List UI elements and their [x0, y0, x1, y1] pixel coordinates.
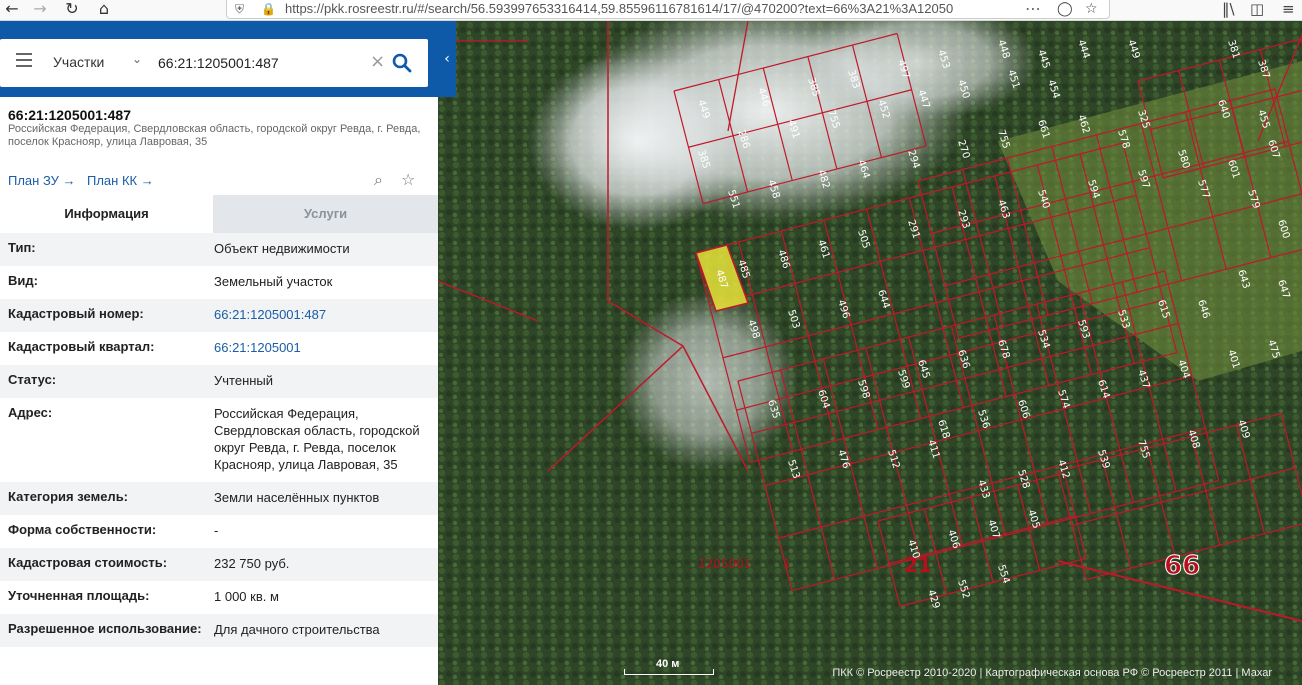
info-row-key: Уточненная площадь: — [8, 588, 150, 603]
info-row: Статус: Учтенный — [0, 365, 438, 398]
map-canvas[interactable]: 449446 385 383 497 453 448 445 444 449 3813873852… — [438, 21, 1302, 685]
search-icon[interactable] — [390, 51, 414, 75]
library-icon[interactable]: ‖\ — [1222, 0, 1235, 18]
info-row-key: Вид: — [8, 273, 38, 288]
info-panel: Участки ⌄ × 66:21:1205001:487 Российская… — [0, 21, 438, 685]
region-label: 66 — [1164, 551, 1200, 581]
address-bar[interactable]: ⛨ 🔒 https://pkk.rosreestr.ru/#/search/56… — [226, 0, 1110, 19]
tab-information[interactable]: Информация — [0, 195, 213, 233]
info-row-value: Российская Федерация, Свердловская облас… — [214, 406, 420, 472]
scale-bar — [624, 669, 714, 675]
info-row: Кадастровый квартал: 66:21:1205001 — [0, 332, 438, 365]
favorite-star-icon[interactable]: ☆ — [401, 170, 415, 189]
bookmark-star-icon[interactable]: ☆ — [1085, 0, 1098, 18]
info-row-key: Тип: — [8, 240, 36, 255]
info-row-value[interactable]: 66:21:1205001 — [214, 339, 424, 356]
search-header: Участки ⌄ × — [0, 21, 438, 97]
info-row-value[interactable]: 66:21:1205001:487 — [214, 306, 424, 323]
plan-zu-link[interactable]: План ЗУ → — [8, 173, 76, 188]
info-row-value: Объект недвижимости — [214, 241, 350, 256]
info-row-value: - — [214, 523, 219, 538]
pocket-icon[interactable]: ◯ — [1057, 0, 1073, 18]
url-text[interactable]: https://pkk.rosreestr.ru/#/search/56.593… — [285, 0, 1015, 18]
reload-icon[interactable]: ↻ — [60, 0, 84, 20]
home-icon[interactable]: ⌂ — [92, 0, 116, 20]
info-row-key: Категория земель: — [8, 489, 129, 504]
hamburger-menu-icon[interactable] — [16, 53, 32, 67]
tab-bar: Информация Услуги — [0, 195, 438, 233]
info-row-key: Статус: — [8, 372, 57, 387]
search-input[interactable] — [158, 51, 358, 75]
quarter-label: 1205001 — [698, 557, 751, 571]
info-row: Кадастровый номер: 66:21:1205001:487 — [0, 299, 438, 332]
region-label-1: 1 — [783, 557, 791, 571]
info-row: Форма собственности: - — [0, 515, 438, 548]
plan-kk-label: План КК — [87, 173, 138, 188]
parcel-address: Российская Федерация, Свердловская облас… — [8, 123, 421, 148]
info-row-value: Учтенный — [214, 373, 274, 388]
sidebar-icon[interactable]: ◫ — [1250, 0, 1264, 18]
info-row: Уточненная площадь: 1 000 кв. м — [0, 581, 438, 614]
clear-icon[interactable]: × — [370, 51, 385, 72]
cadastral-map[interactable]: 449 446 385 383 497 453 448 445 444 449 381 387 385 2… — [438, 21, 1302, 685]
chevron-down-icon[interactable]: ⌄ — [132, 52, 142, 66]
info-row-value: 1 000 кв. м — [214, 589, 279, 604]
info-row-key: Кадастровый номер: — [8, 306, 144, 321]
info-row-key: Разрешенное использование: — [8, 621, 202, 636]
info-row: Адрес: Российская Федерация, Свердловская… — [0, 398, 438, 482]
search-box: Участки ⌄ × — [0, 39, 428, 87]
info-table: Тип: Объект недвижимости Вид: Земельный уча… — [0, 233, 438, 647]
more-dots-icon[interactable]: ⋯ — [1025, 0, 1041, 18]
info-row: Категория земель: Земли населённых пункто… — [0, 482, 438, 515]
forward-icon[interactable]: → — [28, 0, 52, 20]
back-icon[interactable]: ← — [0, 0, 24, 20]
info-row-key: Кадастровый квартал: — [8, 339, 155, 354]
district-label: 21 — [904, 553, 932, 577]
info-row-key: Форма собственности: — [8, 522, 157, 537]
info-row-key: Адрес: — [8, 405, 53, 420]
parcel-title: 66:21:1205001:487 — [8, 107, 131, 123]
info-row-value: Для дачного строительства — [214, 622, 380, 637]
search-type-select[interactable]: Участки — [53, 54, 104, 70]
info-row-value: Земельный участок — [214, 274, 333, 289]
info-row: Разрешенное использование: Для дачного ст… — [0, 614, 438, 647]
browser-toolbar: ← → ↻ ⌂ ⛨ 🔒 https://pkk.rosreestr.ru/#/s… — [0, 0, 1302, 21]
lock-icon[interactable]: 🔒 — [261, 0, 276, 18]
map-attribution: ПКК © Росреестр 2010-2020 | Картографиче… — [832, 667, 1272, 679]
info-row-key: Кадастровая стоимость: — [8, 555, 168, 570]
tracking-shield-icon[interactable]: ⛨ — [235, 0, 244, 18]
info-row-value: Земли населённых пунктов — [214, 490, 380, 505]
info-row-value: 232 750 руб. — [214, 556, 290, 571]
menu-icon[interactable]: ≡ — [1282, 0, 1295, 18]
tab-services[interactable]: Услуги — [213, 195, 438, 233]
plan-kk-link[interactable]: План КК → — [87, 173, 154, 188]
collapse-panel-icon[interactable]: ‹ — [438, 21, 456, 97]
zoom-to-icon[interactable]: ⌕ — [374, 170, 383, 190]
plan-zu-label: План ЗУ — [8, 173, 59, 188]
info-row: Вид: Земельный участок — [0, 266, 438, 299]
info-row: Кадастровая стоимость: 232 750 руб. — [0, 548, 438, 581]
info-row: Тип: Объект недвижимости — [0, 233, 438, 266]
